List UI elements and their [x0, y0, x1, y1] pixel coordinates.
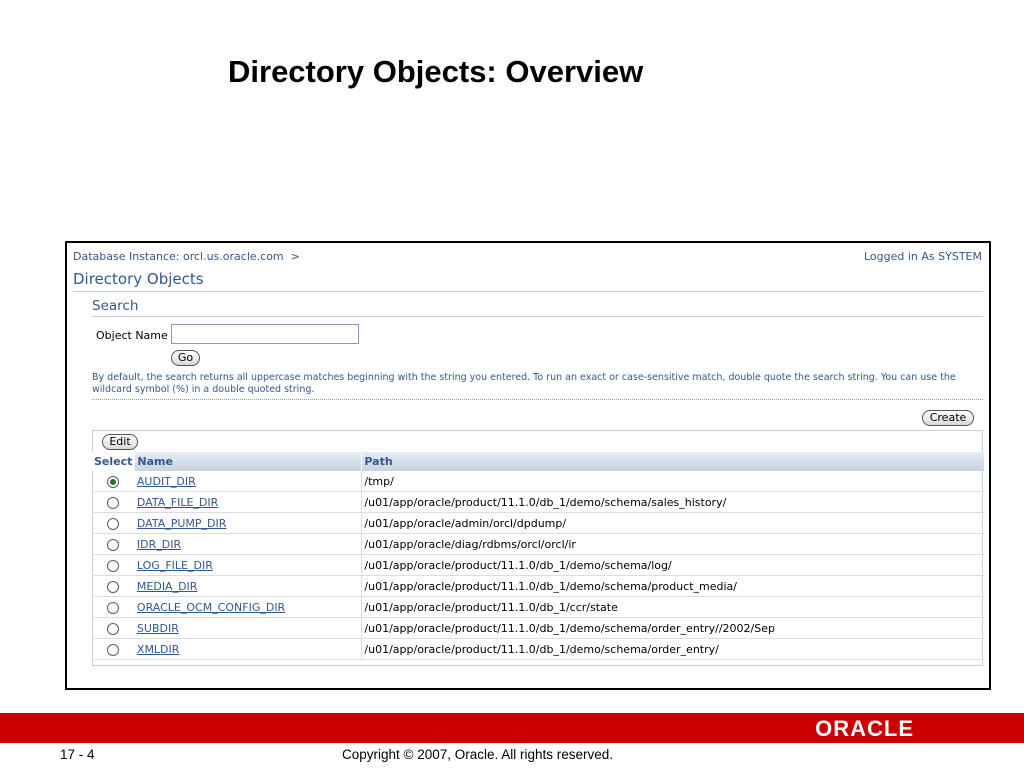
column-header-select: Select — [92, 452, 136, 471]
table-row: DATA_FILE_DIR/u01/app/oracle/product/11.… — [92, 491, 985, 513]
dotted-divider — [92, 399, 983, 400]
page-title: Directory Objects — [73, 270, 204, 288]
edit-button[interactable]: Edit — [102, 434, 138, 450]
row-name-cell: IDR_DIR — [134, 533, 363, 555]
directory-table: Select Name Path AUDIT_DIR/tmp/DATA_FILE… — [92, 452, 985, 660]
row-name-cell: AUDIT_DIR — [134, 471, 363, 492]
row-path-cell: /u01/app/oracle/product/11.1.0/db_1/demo… — [361, 491, 985, 513]
page-title-divider — [73, 291, 983, 292]
row-path-cell: /u01/app/oracle/product/11.1.0/db_1/demo… — [361, 575, 985, 597]
breadcrumb-separator: > — [290, 250, 300, 263]
select-radio[interactable] — [107, 643, 120, 656]
table-row: MEDIA_DIR/u01/app/oracle/product/11.1.0/… — [92, 575, 985, 597]
row-name-cell: LOG_FILE_DIR — [134, 554, 363, 576]
row-select-cell — [92, 638, 135, 660]
select-radio[interactable] — [107, 580, 120, 593]
directory-name-link[interactable]: XMLDIR — [137, 643, 180, 656]
table-row: XMLDIR/u01/app/oracle/product/11.1.0/db_… — [92, 638, 985, 660]
breadcrumb: Database Instance: orcl.us.oracle.com > — [73, 250, 300, 263]
go-button[interactable]: Go — [171, 350, 200, 366]
row-select-cell — [92, 512, 135, 534]
directory-name-link[interactable]: AUDIT_DIR — [137, 475, 196, 488]
breadcrumb-link[interactable]: Database Instance: orcl.us.oracle.com — [73, 250, 284, 263]
row-select-cell — [92, 491, 135, 513]
create-button[interactable]: Create — [922, 410, 974, 426]
table-row: ORACLE_OCM_CONFIG_DIR/u01/app/oracle/pro… — [92, 596, 985, 618]
search-heading: Search — [92, 298, 139, 314]
select-radio[interactable] — [107, 475, 120, 488]
search-hint-text: By default, the search returns all upper… — [92, 372, 956, 395]
directory-name-link[interactable]: ORACLE_OCM_CONFIG_DIR — [137, 601, 285, 614]
directory-name-link[interactable]: IDR_DIR — [137, 538, 181, 551]
select-radio[interactable] — [107, 496, 120, 509]
row-select-cell — [92, 471, 135, 492]
row-select-cell — [92, 596, 135, 618]
row-name-cell: MEDIA_DIR — [134, 575, 363, 597]
row-path-cell: /u01/app/oracle/product/11.1.0/db_1/demo… — [361, 638, 985, 660]
slide-page-number: 17 - 4 — [60, 747, 95, 762]
copyright-text: Copyright © 2007, Oracle. All rights res… — [342, 747, 614, 762]
logged-in-status: Logged in As SYSTEM — [864, 250, 982, 263]
row-path-cell: /u01/app/oracle/admin/orcl/dpdump/ — [361, 512, 985, 534]
directory-name-link[interactable]: LOG_FILE_DIR — [137, 559, 213, 572]
table-row: DATA_PUMP_DIR/u01/app/oracle/admin/orcl/… — [92, 512, 985, 534]
row-path-cell: /u01/app/oracle/product/11.1.0/db_1/ccr/… — [361, 596, 985, 618]
table-row: AUDIT_DIR/tmp/ — [92, 471, 985, 492]
select-radio[interactable] — [107, 622, 120, 635]
row-select-cell — [92, 554, 135, 576]
row-path-cell: /tmp/ — [361, 471, 985, 492]
row-path-cell: /u01/app/oracle/product/11.1.0/db_1/demo… — [361, 617, 985, 639]
footer-bar: ORACLE — [0, 713, 1024, 743]
row-name-cell: DATA_PUMP_DIR — [134, 512, 363, 534]
row-path-cell: /u01/app/oracle/diag/rdbms/orcl/orcl/ir — [361, 533, 985, 555]
search-divider — [92, 316, 983, 317]
row-select-cell — [92, 617, 135, 639]
object-name-label: Object Name — [96, 329, 168, 342]
row-name-cell: DATA_FILE_DIR — [134, 491, 363, 513]
oracle-logo: ORACLE — [815, 716, 914, 741]
row-name-cell: XMLDIR — [134, 638, 363, 660]
directory-name-link[interactable]: MEDIA_DIR — [137, 580, 198, 593]
directory-name-link[interactable]: DATA_PUMP_DIR — [137, 517, 227, 530]
row-select-cell — [92, 575, 135, 597]
table-header-row: Select Name Path — [92, 452, 985, 471]
column-header-path[interactable]: Path — [361, 452, 985, 471]
row-name-cell: ORACLE_OCM_CONFIG_DIR — [134, 596, 363, 618]
row-name-cell: SUBDIR — [134, 617, 363, 639]
table-row: LOG_FILE_DIR/u01/app/oracle/product/11.1… — [92, 554, 985, 576]
row-path-cell: /u01/app/oracle/product/11.1.0/db_1/demo… — [361, 554, 985, 576]
select-radio[interactable] — [107, 538, 120, 551]
directory-name-link[interactable]: SUBDIR — [137, 622, 179, 635]
table-row: IDR_DIR/u01/app/oracle/diag/rdbms/orcl/o… — [92, 533, 985, 555]
row-select-cell — [92, 533, 135, 555]
column-header-name[interactable]: Name — [134, 452, 363, 471]
select-radio[interactable] — [107, 559, 120, 572]
table-row: SUBDIR/u01/app/oracle/product/11.1.0/db_… — [92, 617, 985, 639]
directory-name-link[interactable]: DATA_FILE_DIR — [137, 496, 218, 509]
select-radio[interactable] — [107, 601, 120, 614]
object-name-input[interactable] — [171, 324, 359, 344]
select-radio[interactable] — [107, 517, 120, 530]
slide-title: Directory Objects: Overview — [228, 54, 644, 89]
em-screenshot: Database Instance: orcl.us.oracle.com > L… — [65, 241, 991, 690]
